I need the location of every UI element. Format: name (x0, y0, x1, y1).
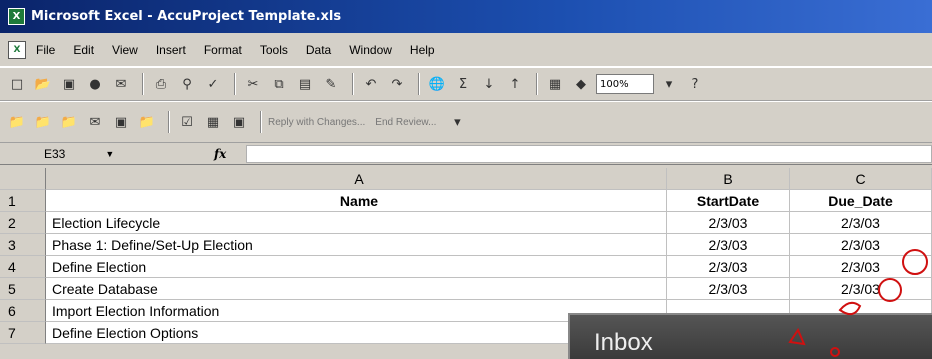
workbook-icon[interactable]: X (8, 40, 26, 59)
redo-icon[interactable]: ↷ (386, 73, 408, 95)
cell-a4[interactable]: Define Election (46, 256, 667, 278)
end-review-button[interactable]: End Review... (375, 117, 436, 128)
toolbar-separator (234, 73, 236, 95)
chevron-down-icon[interactable]: ▼ (105, 149, 114, 159)
select-all-corner[interactable] (0, 168, 46, 190)
table-row: 1 Name StartDate Due_Date (0, 190, 932, 212)
email-icon[interactable]: ✉ (110, 73, 132, 95)
permission-icon[interactable]: ● (84, 73, 106, 95)
zoom-select[interactable]: 100% (596, 74, 654, 94)
chart-wizard-icon[interactable]: ▦ (544, 73, 566, 95)
cell-a2[interactable]: Election Lifecycle (46, 212, 667, 234)
cell-b5[interactable]: 2/3/03 (667, 278, 790, 300)
reviewing-toolbar: 📁 📁 📁 ✉ ▣ 📁 ☑ ▦ ▣ Reply with Changes... … (0, 101, 932, 143)
menu-window[interactable]: Window (349, 43, 392, 57)
toolbar-separator (260, 111, 262, 133)
folder-icon[interactable]: 📁 (136, 111, 158, 133)
inbox-overlay-panel: Inbox (568, 313, 932, 359)
title-bar: X Microsoft Excel - AccuProject Template… (0, 0, 932, 33)
chevron-down-icon[interactable]: ▾ (446, 111, 468, 133)
menu-view[interactable]: View (112, 43, 138, 57)
comment-icon[interactable]: ▣ (110, 111, 132, 133)
standard-toolbar: □ 📂 ▣ ● ✉ ⎙ ⚲ ✓ ✂ ⧉ ▤ ✎ ↶ ↷ 🌐 Σ ↓ ↑ ▦ ◆ … (0, 67, 932, 101)
reply-with-changes-button[interactable]: Reply with Changes... (268, 117, 365, 128)
paste-icon[interactable]: ▤ (294, 73, 316, 95)
chevron-down-icon[interactable]: ▾ (658, 73, 680, 95)
row-header[interactable]: 6 (0, 300, 46, 322)
folder-icon[interactable]: 📁 (58, 111, 80, 133)
menu-data[interactable]: Data (306, 43, 331, 57)
help-icon[interactable]: ? (684, 73, 706, 95)
excel-app-icon[interactable]: X (8, 8, 25, 25)
cell-b3[interactable]: 2/3/03 (667, 234, 790, 256)
menu-help[interactable]: Help (410, 43, 435, 57)
format-painter-icon[interactable]: ✎ (320, 73, 342, 95)
function-icon[interactable]: fx (214, 147, 226, 161)
toolbar-separator (168, 111, 170, 133)
column-header-c[interactable]: C (790, 168, 932, 190)
cell-b1[interactable]: StartDate (667, 190, 790, 212)
mail-icon[interactable]: ✉ (84, 111, 106, 133)
name-box[interactable]: E33 ▼ (44, 145, 154, 163)
row-header[interactable]: 3 (0, 234, 46, 256)
menu-insert[interactable]: Insert (156, 43, 186, 57)
formula-input[interactable] (246, 144, 932, 163)
table-row: 4 Define Election 2/3/03 2/3/03 (0, 256, 932, 278)
cell-c2[interactable]: 2/3/03 (790, 212, 932, 234)
column-header-b[interactable]: B (667, 168, 790, 190)
drawing-icon[interactable]: ◆ (570, 73, 592, 95)
cell-c1[interactable]: Due_Date (790, 190, 932, 212)
menu-edit[interactable]: Edit (73, 43, 94, 57)
save-icon[interactable]: ▣ (58, 73, 80, 95)
cell-a3[interactable]: Phase 1: Define/Set-Up Election (46, 234, 667, 256)
print-preview-icon[interactable]: ⚲ (176, 73, 198, 95)
row-header[interactable]: 5 (0, 278, 46, 300)
table-row: 3 Phase 1: Define/Set-Up Election 2/3/03… (0, 234, 932, 256)
menu-file[interactable]: File (36, 43, 55, 57)
cut-icon[interactable]: ✂ (242, 73, 264, 95)
folder-icon[interactable]: 📁 (6, 111, 28, 133)
cell-b2[interactable]: 2/3/03 (667, 212, 790, 234)
cell-a1[interactable]: Name (46, 190, 667, 212)
window-title: Microsoft Excel - AccuProject Template.x… (31, 9, 342, 24)
track-changes-icon[interactable]: ▦ (202, 111, 224, 133)
folder-icon[interactable]: 📁 (32, 111, 54, 133)
row-header[interactable]: 1 (0, 190, 46, 212)
row-header[interactable]: 7 (0, 322, 46, 344)
review-icon[interactable]: ▣ (228, 111, 250, 133)
toolbar-separator (536, 73, 538, 95)
new-icon[interactable]: □ (6, 73, 28, 95)
autosum-icon[interactable]: Σ (452, 73, 474, 95)
cell-c4[interactable]: 2/3/03 (790, 256, 932, 278)
toolbar-separator (142, 73, 144, 95)
table-row: 2 Election Lifecycle 2/3/03 2/3/03 (0, 212, 932, 234)
copy-icon[interactable]: ⧉ (268, 73, 290, 95)
name-box-value: E33 (44, 146, 66, 161)
undo-icon[interactable]: ↶ (360, 73, 382, 95)
toolbar-separator (418, 73, 420, 95)
cell-a5[interactable]: Create Database (46, 278, 667, 300)
menu-tools[interactable]: Tools (260, 43, 288, 57)
inbox-title: Inbox (594, 329, 653, 356)
cell-c5[interactable]: 2/3/03 (790, 278, 932, 300)
cell-b4[interactable]: 2/3/03 (667, 256, 790, 278)
open-icon[interactable]: 📂 (32, 73, 54, 95)
toolbar-separator (352, 73, 354, 95)
column-header-row: A B C (0, 168, 932, 190)
row-header[interactable]: 2 (0, 212, 46, 234)
cell-c3[interactable]: 2/3/03 (790, 234, 932, 256)
hyperlink-icon[interactable]: 🌐 (426, 73, 448, 95)
spelling-icon[interactable]: ✓ (202, 73, 224, 95)
table-row: 5 Create Database 2/3/03 2/3/03 (0, 278, 932, 300)
checkbox-icon[interactable]: ☑ (176, 111, 198, 133)
print-icon[interactable]: ⎙ (150, 73, 172, 95)
sort-descending-icon[interactable]: ↑ (504, 73, 526, 95)
menu-bar: X File Edit View Insert Format Tools Dat… (0, 33, 932, 67)
sort-ascending-icon[interactable]: ↓ (478, 73, 500, 95)
column-header-a[interactable]: A (46, 168, 667, 190)
formula-bar: E33 ▼ fx (0, 143, 932, 165)
menu-format[interactable]: Format (204, 43, 242, 57)
row-header[interactable]: 4 (0, 256, 46, 278)
